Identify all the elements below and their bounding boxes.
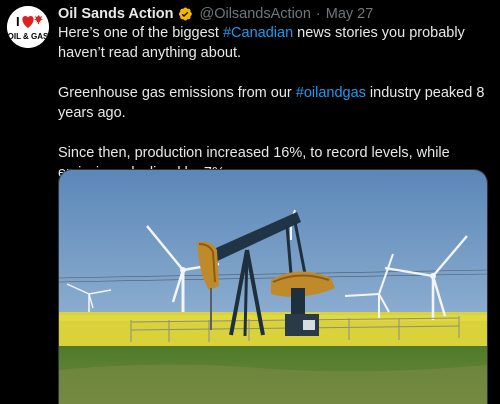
tweet-paragraph-2: Greenhouse gas emissions from our #oilan… [58, 83, 488, 123]
separator-dot: · [315, 6, 321, 22]
tweet-date[interactable]: May 27 [326, 6, 374, 22]
avatar[interactable]: I OIL & GAS [7, 6, 49, 48]
author-name[interactable]: Oil Sands Action [58, 6, 173, 22]
tweet-text: Here’s one of the biggest #Canadian news… [58, 23, 488, 183]
tweet-header: Oil Sands Action @OilsandsAction · May 2… [58, 4, 373, 24]
verified-badge-icon[interactable] [177, 6, 193, 22]
text-segment: Here’s one of the biggest [58, 25, 223, 41]
pumpjack-and-wind-turbines-photo [59, 170, 487, 404]
tweet[interactable]: I OIL & GAS Oil Sands Action @OilsandsAc… [0, 0, 500, 404]
tweet-media-photo[interactable] [58, 169, 488, 404]
author-handle[interactable]: @OilsandsAction [199, 6, 310, 22]
avatar-line1: I [16, 14, 20, 29]
hashtag-canadian-link[interactable]: #Canadian [223, 25, 293, 41]
text-segment: Greenhouse gas emissions from our [58, 85, 296, 101]
avatar-line2: OIL & GAS [8, 32, 49, 41]
oil-and-gas-logo-icon: I OIL & GAS [7, 6, 49, 48]
tweet-paragraph-1: Here’s one of the biggest #Canadian news… [58, 23, 488, 63]
hashtag-oilandgas-link[interactable]: #oilandgas [296, 85, 366, 101]
